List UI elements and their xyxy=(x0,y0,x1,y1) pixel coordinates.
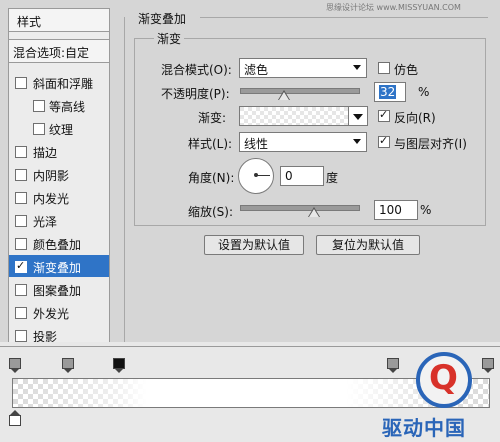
style-item[interactable]: 图案叠加 xyxy=(9,278,109,300)
blend-options-label: 混合选项:自定 xyxy=(13,46,90,60)
style-item-checkbox[interactable] xyxy=(15,284,27,296)
styles-panel: 样式 混合选项:自定 斜面和浮雕等高线纹理描边内阴影内发光光泽颜色叠加 ✓ 渐变叠加… xyxy=(8,8,110,344)
style-item-label: 外发光 xyxy=(33,307,70,321)
blend-mode-select[interactable]: 滤色 xyxy=(239,58,367,78)
style-item[interactable]: 光泽 xyxy=(9,209,109,231)
style-item[interactable]: 内阴影 xyxy=(9,163,109,185)
style-item-label: 纹理 xyxy=(49,123,74,137)
style-item-checkbox[interactable] xyxy=(33,123,45,135)
style-item[interactable]: 描边 xyxy=(9,140,109,162)
style-item-checkbox[interactable] xyxy=(15,146,27,158)
style-item-label: 内阴影 xyxy=(33,169,70,183)
scale-label: 缩放(S): xyxy=(188,205,234,219)
style-item-label: 光泽 xyxy=(33,215,58,229)
opacity-stop[interactable] xyxy=(62,358,74,373)
styles-header[interactable]: 样式 xyxy=(9,9,109,32)
style-item-label: 等高线 xyxy=(49,100,86,114)
style-item-label: 图案叠加 xyxy=(33,284,82,298)
style-item-checkbox[interactable] xyxy=(15,215,27,227)
angle-value: 0 xyxy=(285,169,293,183)
logo-emblem-letter: Q xyxy=(429,358,458,398)
gradient-label: 渐变: xyxy=(198,111,227,125)
dither-label: 仿色 xyxy=(394,63,419,77)
style-item-checkbox[interactable] xyxy=(15,169,27,181)
style-item-label: 颜色叠加 xyxy=(33,238,82,252)
style-item[interactable]: 等高线 xyxy=(9,94,109,116)
style-item[interactable]: ✓ 渐变叠加 xyxy=(9,255,109,277)
angle-dial-center xyxy=(254,173,258,177)
style-item[interactable]: 内发光 xyxy=(9,186,109,208)
gradient-swatch[interactable] xyxy=(239,106,349,126)
chevron-down-icon xyxy=(353,65,361,70)
check-icon: ✓ xyxy=(379,108,389,121)
opacity-input[interactable]: 32 xyxy=(374,82,406,102)
blend-options-item[interactable]: 混合选项:自定 xyxy=(9,39,109,63)
scale-unit: % xyxy=(420,203,432,217)
styles-header-label: 样式 xyxy=(17,15,42,29)
style-item-checkbox[interactable] xyxy=(15,77,27,89)
logo-emblem: Q xyxy=(416,352,472,408)
opacity-unit: % xyxy=(418,85,430,99)
style-select[interactable]: 线性 xyxy=(239,132,367,152)
logo-text: 驱动中国 xyxy=(382,416,466,440)
blend-mode-label: 混合模式(O): xyxy=(161,63,232,77)
scale-input[interactable]: 100 xyxy=(374,200,418,220)
angle-input[interactable]: 0 xyxy=(280,166,324,186)
check-icon: ✓ xyxy=(16,259,26,272)
blend-mode-value: 滤色 xyxy=(244,63,269,77)
angle-unit: 度 xyxy=(326,171,339,185)
angle-dial[interactable] xyxy=(238,158,274,194)
opacity-stop[interactable] xyxy=(482,358,494,373)
check-icon: ✓ xyxy=(379,134,389,147)
watermark: 思缘设计论坛 www.MISSYUAN.COM xyxy=(326,3,461,12)
chevron-down-icon xyxy=(353,139,361,144)
style-item-label: 内发光 xyxy=(33,192,70,206)
scale-value: 100 xyxy=(379,203,402,217)
opacity-slider-thumb[interactable] xyxy=(278,90,290,100)
gradient-picker-button[interactable] xyxy=(348,106,368,126)
set-default-button[interactable]: 设置为默认值 xyxy=(204,235,304,255)
style-item[interactable]: 斜面和浮雕 xyxy=(9,71,109,93)
style-item[interactable]: 纹理 xyxy=(9,117,109,139)
style-item-label: 斜面和浮雕 xyxy=(33,77,94,91)
chevron-down-icon xyxy=(353,114,363,120)
style-item-checkbox[interactable] xyxy=(15,192,27,204)
align-checkbox[interactable]: ✓ xyxy=(378,134,390,148)
style-item-label: 渐变叠加 xyxy=(33,261,82,275)
align-label: 与图层对齐(I) xyxy=(394,137,467,151)
opacity-stop-selected[interactable] xyxy=(113,358,125,373)
angle-dial-needle xyxy=(256,175,270,176)
style-item-label: 描边 xyxy=(33,146,58,160)
opacity-stop[interactable] xyxy=(9,358,21,373)
reset-default-button[interactable]: 复位为默认值 xyxy=(316,235,420,255)
opacity-stop[interactable] xyxy=(387,358,399,373)
angle-label: 角度(N): xyxy=(188,171,235,185)
style-item-checkbox[interactable] xyxy=(15,307,27,319)
dither-checkbox[interactable] xyxy=(378,62,390,74)
opacity-slider[interactable] xyxy=(240,88,360,94)
scale-slider[interactable] xyxy=(240,205,360,211)
gradient-group-title: 渐变 xyxy=(154,30,185,47)
style-item-checkbox[interactable] xyxy=(15,238,27,250)
gradient-editor-divider xyxy=(0,346,500,347)
style-item-checkbox[interactable] xyxy=(33,100,45,112)
scale-slider-thumb[interactable] xyxy=(308,207,320,217)
style-item[interactable]: 颜色叠加 xyxy=(9,232,109,254)
color-stop[interactable] xyxy=(9,410,21,426)
reverse-label: 反向(R) xyxy=(394,111,436,125)
style-item[interactable]: 外发光 xyxy=(9,301,109,323)
opacity-label: 不透明度(P): xyxy=(161,87,230,101)
style-label: 样式(L): xyxy=(188,137,233,151)
style-value: 线性 xyxy=(244,137,269,151)
reverse-checkbox[interactable]: ✓ xyxy=(378,108,390,122)
opacity-value: 32 xyxy=(379,85,397,99)
style-item-checkbox[interactable]: ✓ xyxy=(15,259,27,273)
style-item-checkbox[interactable] xyxy=(15,330,27,342)
